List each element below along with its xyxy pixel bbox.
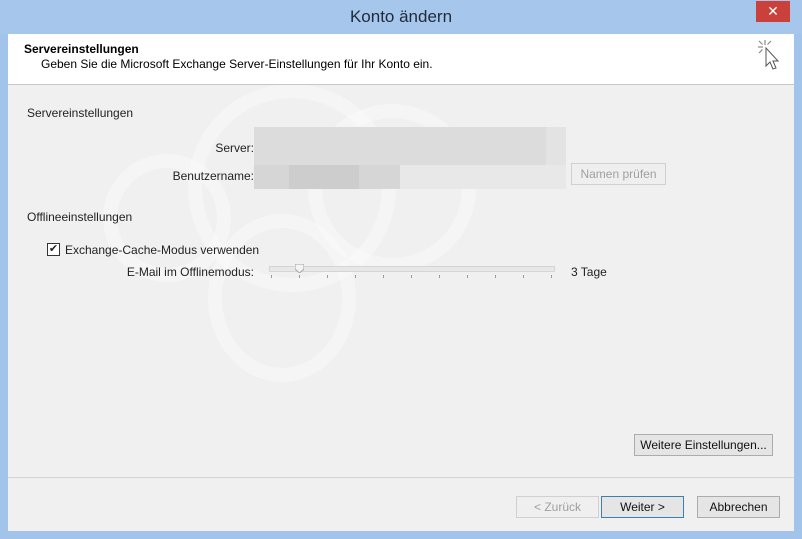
slider-tick [439,275,440,278]
next-button[interactable]: Weiter > [601,496,684,518]
server-input[interactable] [254,127,566,165]
slider-thumb[interactable] [295,264,304,273]
redacted-block [289,165,359,189]
slider-tick [551,275,552,278]
check-names-button[interactable]: Namen prüfen [571,163,666,185]
header-title: Servereinstellungen [24,42,139,56]
window-title: Konto ändern [349,7,453,26]
slider-tick [271,275,272,278]
background-circle [208,214,356,382]
offline-mail-slider[interactable] [269,263,557,285]
offline-mail-value: 3 Tage [571,265,607,279]
slider-tick [299,275,300,278]
slider-tick [383,275,384,278]
title-bar[interactable]: Konto ändern ✕ [0,0,802,34]
slider-tick [523,275,524,278]
username-label: Benutzername: [172,169,254,183]
dialog-content: Servereinstellungen Geben Sie die Micros… [8,34,794,531]
redacted-block [254,127,546,165]
wizard-header: Servereinstellungen Geben Sie die Micros… [8,34,794,85]
wizard-cursor-icon [758,40,780,70]
slider-tick [327,275,328,278]
cache-mode-label[interactable]: Exchange-Cache-Modus verwenden [65,243,259,257]
cancel-button[interactable]: Abbrechen [697,496,780,518]
cache-mode-checkbox[interactable]: ✔ [47,243,60,256]
slider-tick [355,275,356,278]
checkmark-icon: ✔ [48,243,59,255]
username-input[interactable] [254,165,566,189]
more-settings-button[interactable]: Weitere Einstellungen... [634,434,773,456]
back-button[interactable]: < Zurück [516,496,599,518]
slider-track [269,266,555,272]
slider-tick [411,275,412,278]
slider-tick [467,275,468,278]
close-icon: ✕ [767,3,779,19]
server-label: Server: [215,141,254,155]
server-settings-heading: Servereinstellungen [27,106,134,120]
header-subtitle: Geben Sie die Microsoft Exchange Server-… [41,57,433,71]
offline-mail-label: E-Mail im Offlinemodus: [126,265,254,279]
offline-settings-heading: Offlineeinstellungen [27,210,133,224]
slider-tick [495,275,496,278]
footer-divider [8,477,794,478]
dialog-window: Konto ändern ✕ Servereinstellungen Geben… [0,0,802,539]
close-button[interactable]: ✕ [756,1,790,22]
